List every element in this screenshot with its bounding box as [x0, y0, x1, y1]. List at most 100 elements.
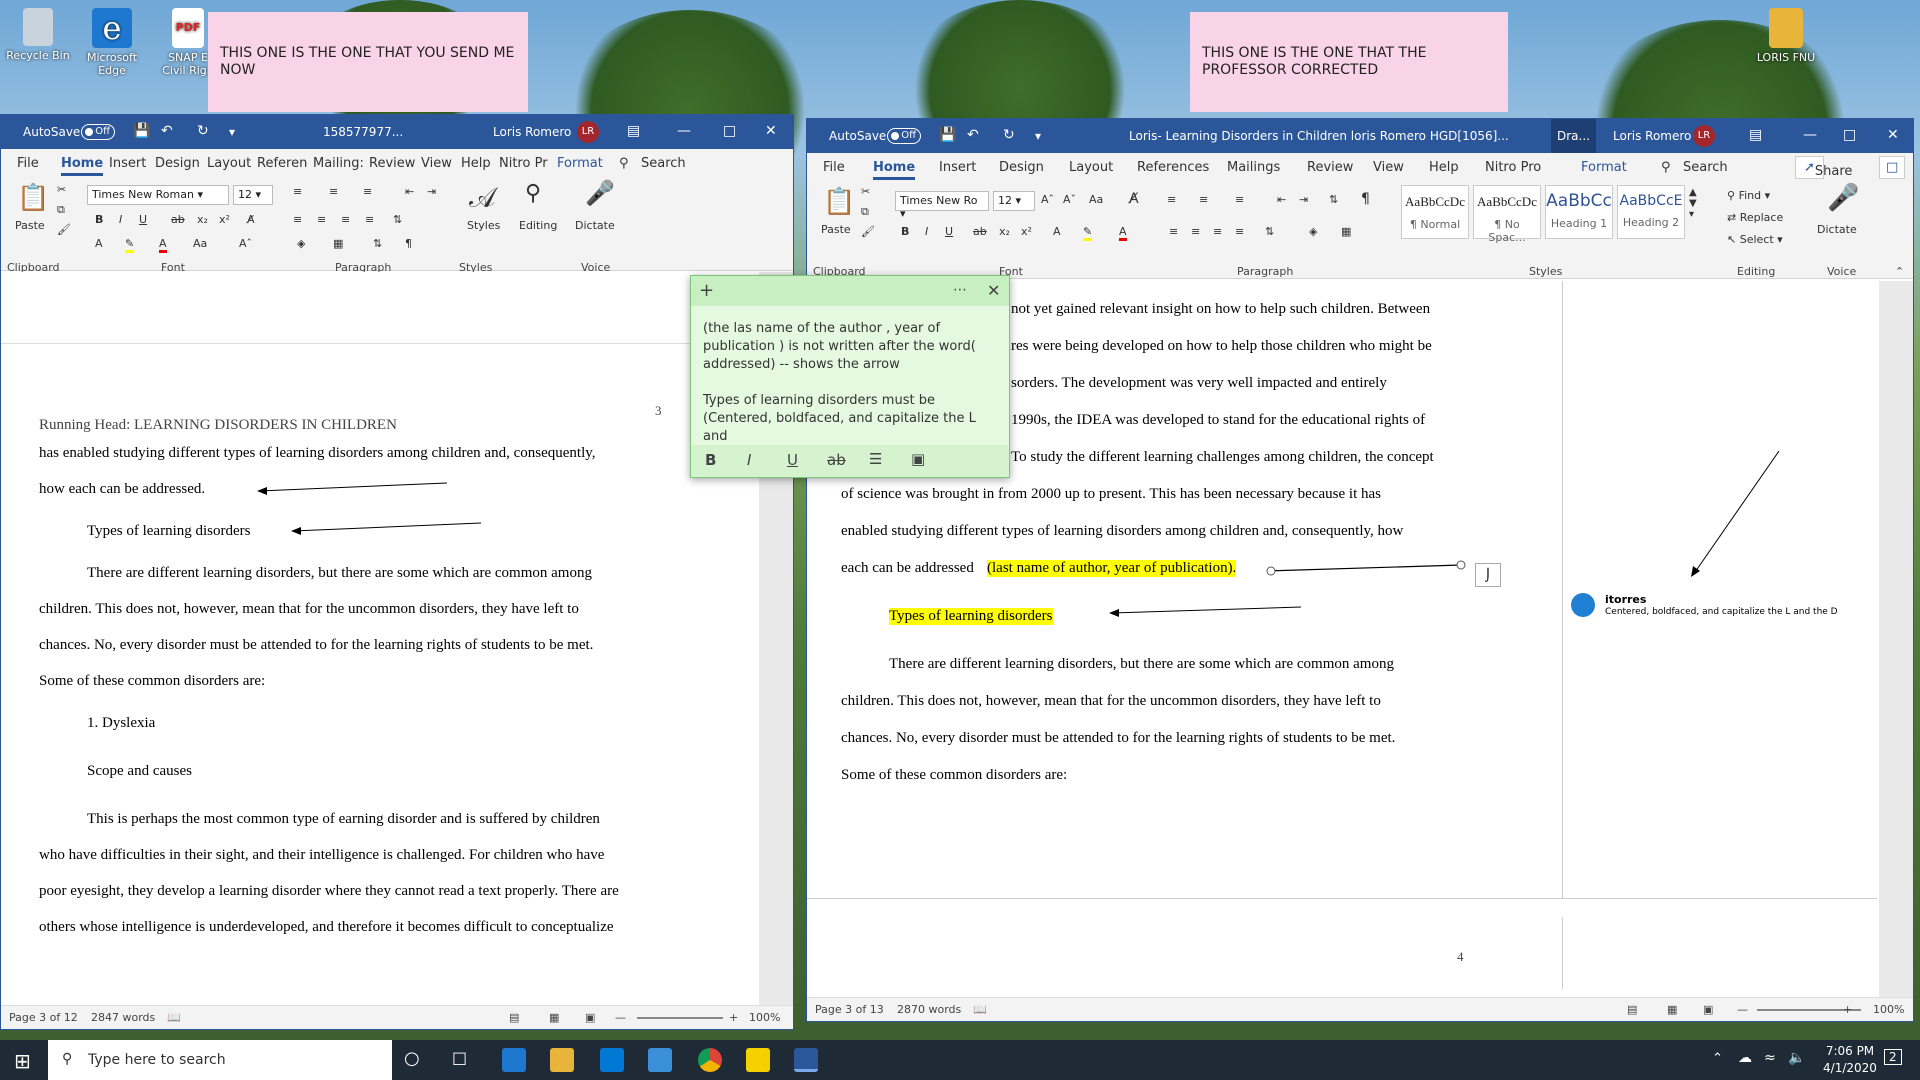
proofing-icon[interactable]: 📖 — [167, 1011, 181, 1024]
zoom-in-icon[interactable]: + — [1843, 1003, 1852, 1016]
change-case-icon[interactable]: Aa — [193, 237, 207, 250]
tab-view[interactable]: View — [421, 156, 452, 171]
image-icon[interactable]: ▣ — [911, 450, 925, 468]
close-icon[interactable]: ✕ — [1887, 127, 1899, 143]
change-case-icon[interactable]: Aa — [1089, 193, 1103, 206]
paste-icon[interactable]: 📋 — [17, 183, 49, 213]
align-left-icon[interactable]: ≡ — [1169, 225, 1178, 238]
paste-icon[interactable]: 📋 — [823, 187, 855, 217]
justify-icon[interactable]: ≡ — [1235, 225, 1244, 238]
tab-review[interactable]: Review — [369, 156, 415, 171]
avatar[interactable]: LR — [1693, 125, 1715, 147]
numbering-icon[interactable]: ≡ — [329, 185, 338, 198]
search-icon[interactable]: ⚲ — [1661, 160, 1671, 175]
tab-mailings[interactable]: Mailing: — [313, 156, 364, 171]
tab-home[interactable]: Home — [61, 156, 104, 176]
tab-references[interactable]: Referen — [257, 156, 307, 171]
comment-author-avatar[interactable] — [1571, 593, 1595, 617]
zoom-in-icon[interactable]: + — [729, 1011, 738, 1024]
autosave-toggle[interactable]: Off — [81, 123, 115, 140]
underline-icon[interactable]: U — [945, 225, 953, 238]
superscript-icon[interactable]: x² — [1021, 225, 1032, 238]
strikethrough-icon[interactable]: ab — [827, 451, 846, 469]
microphone-icon[interactable]: 🎤 — [1827, 183, 1859, 213]
select-button[interactable]: ↖ Select ▾ — [1727, 233, 1783, 246]
strikethrough-icon[interactable]: ab — [973, 225, 987, 238]
font-size-box[interactable]: 12 ▾ — [993, 191, 1035, 211]
underline-icon[interactable]: U — [787, 451, 798, 469]
font-size-box[interactable]: 12 ▾ — [233, 185, 273, 205]
dictate-button[interactable]: Dictate — [575, 219, 615, 232]
tab-file[interactable]: File — [17, 156, 39, 171]
italic-icon[interactable]: I — [925, 225, 928, 238]
increase-indent-icon[interactable]: ⇥ — [1299, 193, 1308, 206]
bullet-list-icon[interactable]: ☰ — [869, 450, 882, 468]
minimize-icon[interactable]: — — [677, 123, 691, 139]
multilevel-list-icon[interactable]: ≡ — [363, 185, 372, 198]
close-icon[interactable]: ✕ — [765, 123, 777, 139]
tab-design[interactable]: Design — [155, 156, 200, 171]
bullets-icon[interactable]: ≡ — [293, 185, 302, 198]
more-options-icon[interactable]: ⋯ — [953, 282, 967, 298]
cut-icon[interactable]: ✂ — [57, 183, 66, 196]
web-layout-icon[interactable]: ▣ — [1703, 1003, 1713, 1016]
search-icon[interactable]: ⚲ — [619, 156, 629, 171]
borders-icon[interactable]: ▦ — [1341, 225, 1351, 238]
increase-indent-icon[interactable]: ⇥ — [427, 185, 436, 198]
tab-mailings[interactable]: Mailings — [1227, 160, 1280, 175]
desktop-sticky-note[interactable]: THIS ONE IS THE ONE THAT YOU SEND ME NOW — [208, 12, 528, 112]
avatar[interactable]: LR — [577, 121, 599, 143]
pilcrow-icon[interactable]: ¶ — [1361, 191, 1370, 207]
read-mode-icon[interactable]: ▤ — [509, 1011, 519, 1024]
wifi-icon[interactable]: ≈ — [1764, 1050, 1776, 1066]
draw-tab[interactable]: Dra... — [1551, 119, 1596, 153]
paste-button[interactable]: Paste — [15, 219, 45, 232]
highlight-icon[interactable]: ✎ — [1083, 225, 1093, 241]
show-hidden-icons[interactable]: ⌃ — [1712, 1051, 1723, 1066]
save-icon[interactable]: 💾 — [939, 127, 956, 143]
search-label[interactable]: Search — [1683, 160, 1728, 175]
editing-search-icon[interactable]: ⚲ — [525, 181, 541, 206]
store-icon[interactable] — [600, 1048, 624, 1072]
shrink-font-icon[interactable]: Aˇ — [1063, 193, 1076, 206]
align-center-icon[interactable]: ≡ — [1191, 225, 1200, 238]
borders-icon[interactable]: ▦ — [333, 237, 343, 250]
styles-icon[interactable]: 𝒜 — [469, 181, 496, 215]
text-effects-icon[interactable]: A — [1053, 225, 1061, 238]
zoom-level[interactable]: 100% — [749, 1011, 780, 1024]
find-button[interactable]: ⚲ Find ▾ — [1727, 189, 1770, 202]
microsoft-edge-icon[interactable]: e Microsoft Edge — [80, 8, 144, 77]
dictate-button[interactable]: Dictate — [1817, 223, 1857, 236]
note-body[interactable]: (the las name of the author , year of pu… — [703, 320, 1003, 446]
clear-format-icon[interactable]: A̸ — [1129, 191, 1139, 207]
bold-icon[interactable]: B — [95, 213, 103, 226]
tab-review[interactable]: Review — [1307, 160, 1353, 175]
volume-icon[interactable]: 🔈 — [1788, 1050, 1805, 1066]
style-heading-1[interactable]: AaBbCс Heading 1 — [1545, 185, 1613, 239]
maximize-icon[interactable]: □ — [723, 123, 736, 139]
task-view-icon[interactable]: □ — [452, 1048, 467, 1067]
windows-start-icon[interactable]: ⊞ — [14, 1049, 31, 1073]
word-taskbar-icon[interactable] — [794, 1048, 818, 1072]
recycle-bin-icon[interactable]: Recycle Bin — [6, 8, 70, 62]
redo-icon[interactable]: ↻ — [1003, 127, 1015, 143]
zoom-slider[interactable] — [637, 1017, 723, 1019]
document-page[interactable]: Running Head: LEARNING DISORDERS IN CHIL… — [1, 351, 757, 1007]
web-layout-icon[interactable]: ▣ — [585, 1011, 595, 1024]
replace-button[interactable]: ⇄ Replace — [1727, 211, 1783, 224]
print-layout-icon[interactable]: ▦ — [1667, 1003, 1677, 1016]
zoom-out-icon[interactable]: — — [1737, 1003, 1748, 1016]
tab-references[interactable]: References — [1137, 160, 1209, 175]
print-layout-icon[interactable]: ▦ — [549, 1011, 559, 1024]
format-painter-icon[interactable]: 🖌 — [861, 225, 875, 238]
desktop-sticky-note[interactable]: THIS ONE IS THE ONE THAT THE PROFESSOR C… — [1190, 12, 1508, 112]
customize-icon[interactable]: ▾ — [229, 125, 235, 139]
bold-icon[interactable]: B — [901, 225, 909, 238]
sticky-note-window[interactable]: + ⋯ ✕ (the las name of the author , year… — [690, 275, 1010, 478]
align-right-icon[interactable]: ≡ — [341, 213, 350, 226]
tab-format[interactable]: Format — [557, 156, 603, 171]
decrease-indent-icon[interactable]: ⇤ — [1277, 193, 1286, 206]
mail-icon[interactable] — [648, 1048, 672, 1072]
notification-center[interactable]: 2 — [1884, 1049, 1902, 1065]
tab-layout[interactable]: Layout — [207, 156, 251, 171]
